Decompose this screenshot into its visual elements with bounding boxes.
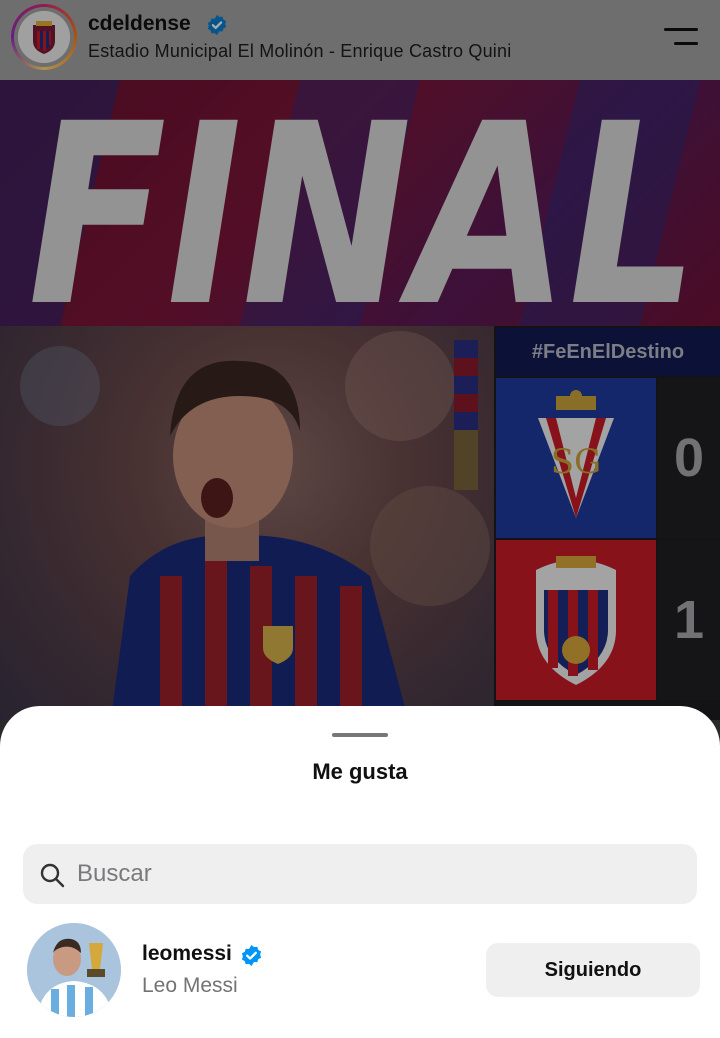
search-icon: [40, 863, 65, 888]
home-score-box: 0: [658, 378, 720, 538]
team-row-home: SG 0: [496, 378, 720, 538]
svg-text:SG: SG: [551, 442, 601, 482]
sporting-gijon-crest: SG: [496, 378, 656, 538]
drag-handle[interactable]: [332, 733, 388, 737]
user-full-name: Leo Messi: [142, 974, 238, 997]
svg-text:FINAL: FINAL: [28, 80, 698, 326]
eldense-logo-icon: [18, 11, 70, 63]
sheet-title: Me gusta: [312, 759, 408, 784]
decorative-stripes: [454, 340, 478, 490]
following-button[interactable]: Siguiendo: [486, 943, 700, 997]
hashtag: #FeEnElDestino: [531, 340, 685, 363]
post-location[interactable]: Estadio Municipal El Molinón - Enrique C…: [88, 41, 511, 62]
hashtag-box: #FeEnElDestino: [496, 328, 720, 376]
post-image[interactable]: FINAL #FeEnElDestino SG 0 1: [0, 80, 720, 720]
account-username[interactable]: cdeldense: [88, 12, 191, 36]
final-title: FINAL: [28, 80, 698, 326]
verified-badge-icon: [207, 14, 227, 36]
player-photo: [0, 326, 494, 720]
away-score-box: 1: [658, 540, 720, 700]
search-bar[interactable]: [23, 844, 697, 904]
verified-badge-icon: [241, 944, 262, 967]
home-score: 0: [673, 428, 705, 488]
cd-eldense-crest: [496, 540, 656, 700]
away-score: 1: [673, 590, 705, 650]
likes-sheet: Me gusta leomessi Leo M: [0, 706, 720, 1038]
hamburger-menu-icon[interactable]: [664, 26, 700, 50]
post-header: cdeldense Estadio Municipal El Molinón -…: [0, 0, 720, 80]
user-avatar[interactable]: [27, 923, 121, 1017]
final-banner: FINAL: [0, 80, 720, 326]
scoreboard: #FeEnElDestino SG 0 1: [494, 326, 720, 720]
team-row-away: 1: [496, 540, 720, 700]
account-avatar[interactable]: [11, 4, 77, 70]
list-item[interactable]: leomessi Leo Messi Siguiendo: [0, 920, 720, 1020]
user-handle[interactable]: leomessi: [142, 942, 232, 966]
search-input[interactable]: [77, 844, 677, 904]
